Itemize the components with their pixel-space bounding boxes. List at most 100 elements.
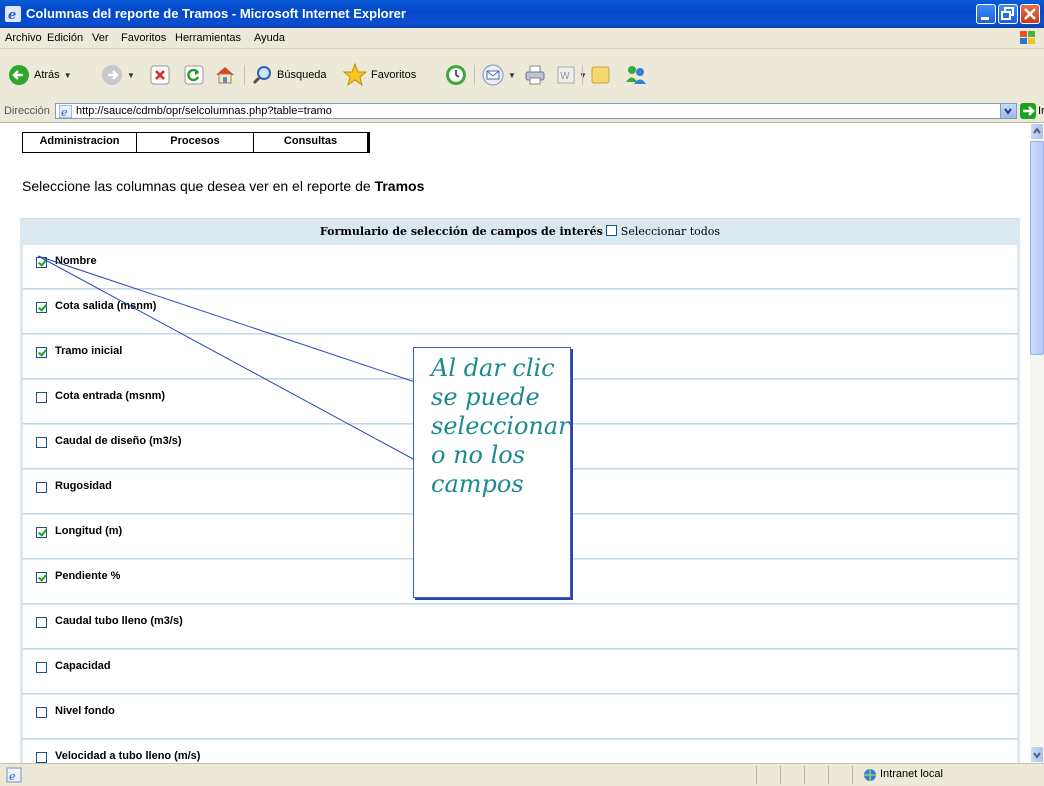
favorites-button[interactable]: Favoritos xyxy=(343,62,416,88)
address-input[interactable]: e http://sauce/cdmb/opr/selcolumnas.php?… xyxy=(55,103,1017,119)
menu-ver[interactable]: Ver xyxy=(92,32,109,44)
field-checkbox[interactable] xyxy=(36,617,47,628)
field-row: Nombre xyxy=(23,245,1017,289)
page-icon: e xyxy=(59,105,72,118)
field-checkbox[interactable] xyxy=(36,752,47,763)
field-checkbox[interactable] xyxy=(36,572,47,583)
field-label[interactable]: Longitud (m) xyxy=(55,525,122,537)
close-icon xyxy=(1024,8,1036,20)
home-button[interactable] xyxy=(214,62,236,88)
refresh-icon xyxy=(184,65,204,85)
back-button[interactable]: Atrás ▼ xyxy=(8,62,72,88)
address-dropdown-button[interactable] xyxy=(1000,104,1016,118)
tab-consultas[interactable]: Consultas xyxy=(254,133,367,152)
field-label[interactable]: Rugosidad xyxy=(55,480,112,492)
menu-archivo[interactable]: Archivo xyxy=(5,32,42,44)
field-label[interactable]: Caudal de diseño (m3/s) xyxy=(55,435,182,447)
field-row: Nivel fondo xyxy=(23,695,1017,739)
toolbar-separator xyxy=(244,65,245,85)
scroll-thumb[interactable] xyxy=(1030,141,1044,355)
menu-edicion[interactable]: Edición xyxy=(47,32,83,44)
messenger-icon xyxy=(626,66,646,84)
tab-procesos[interactable]: Procesos xyxy=(137,133,254,152)
chevron-down-icon xyxy=(1033,752,1041,759)
address-bar: Dirección e http://sauce/cdmb/opr/selcol… xyxy=(0,101,1044,123)
chevron-down-icon: ▼ xyxy=(63,70,72,80)
field-label[interactable]: Velocidad a tubo lleno (m/s) xyxy=(55,750,200,762)
windows-logo-icon xyxy=(1020,31,1035,44)
field-checkbox[interactable] xyxy=(36,662,47,673)
search-icon xyxy=(252,66,271,85)
field-checkbox[interactable] xyxy=(36,707,47,718)
field-label[interactable]: Pendiente % xyxy=(55,570,120,582)
search-button[interactable]: Búsqueda xyxy=(251,62,327,88)
favorites-label: Favoritos xyxy=(371,69,417,81)
status-pane-divider xyxy=(852,766,853,784)
page-status-icon: e xyxy=(6,767,22,783)
field-label[interactable]: Nivel fondo xyxy=(55,705,115,717)
messenger-button[interactable] xyxy=(624,62,648,88)
field-checkbox[interactable] xyxy=(36,437,47,448)
go-label[interactable]: Ir xyxy=(1038,105,1044,117)
minimize-button[interactable] xyxy=(976,4,996,24)
refresh-button[interactable] xyxy=(184,62,204,88)
field-checkbox[interactable] xyxy=(36,257,47,268)
field-label[interactable]: Cota salida (msnm) xyxy=(55,300,156,312)
chevron-down-icon: ▼ xyxy=(508,70,516,80)
tab-administracion[interactable]: Administracion xyxy=(23,133,137,152)
internet-explorer-icon: e xyxy=(5,6,21,22)
menu-herramientas[interactable]: Herramientas xyxy=(175,32,241,44)
printer-icon xyxy=(525,65,545,85)
security-zone-label: Intranet local xyxy=(880,768,943,780)
instruction-text: Seleccione las columnas que desea ver en… xyxy=(22,178,375,194)
select-all-label: Seleccionar todos xyxy=(620,225,721,238)
field-label[interactable]: Capacidad xyxy=(55,660,111,672)
field-label[interactable]: Tramo inicial xyxy=(55,345,122,357)
go-button[interactable] xyxy=(1020,103,1036,119)
stop-button[interactable] xyxy=(150,62,170,88)
scroll-up-button[interactable] xyxy=(1030,123,1044,140)
home-icon xyxy=(216,67,234,84)
title-bar: e Columnas del reporte de Tramos - Micro… xyxy=(0,0,1044,28)
field-checkbox[interactable] xyxy=(36,482,47,493)
status-pane-divider xyxy=(780,766,781,784)
toolbar-separator xyxy=(474,65,475,85)
scroll-down-button[interactable] xyxy=(1030,746,1044,763)
page-instruction: Seleccione las columnas que desea ver en… xyxy=(22,178,424,194)
field-checkbox[interactable] xyxy=(36,302,47,313)
field-checkbox[interactable] xyxy=(36,347,47,358)
field-checkbox[interactable] xyxy=(36,392,47,403)
stop-icon xyxy=(150,65,170,85)
annotation-callout: Al dar clic se puede seleccionar o no lo… xyxy=(413,347,571,598)
discuss-button[interactable] xyxy=(590,62,612,88)
vertical-scrollbar[interactable] xyxy=(1030,123,1044,763)
status-pane-divider xyxy=(756,766,757,784)
window-title: Columnas del reporte de Tramos - Microso… xyxy=(26,6,406,21)
svg-text:e: e xyxy=(9,770,16,783)
field-label[interactable]: Nombre xyxy=(55,255,97,267)
forward-button[interactable]: ▼ xyxy=(101,62,135,88)
svg-text:e: e xyxy=(61,106,68,118)
chevron-down-icon xyxy=(1004,108,1012,115)
menu-favoritos[interactable]: Favoritos xyxy=(121,32,166,44)
field-checkbox[interactable] xyxy=(36,527,47,538)
field-label[interactable]: Caudal tubo lleno (m3/s) xyxy=(55,615,183,627)
svg-text:e: e xyxy=(8,8,16,22)
field-row: Velocidad a tubo lleno (m/s) xyxy=(23,740,1017,763)
callout-text: Al dar clic se puede seleccionar o no lo… xyxy=(431,354,570,498)
status-bar: e Intranet local xyxy=(0,763,1044,786)
maximize-button[interactable] xyxy=(998,4,1018,24)
menu-ayuda[interactable]: Ayuda xyxy=(254,32,285,44)
star-icon xyxy=(343,63,367,87)
address-url: http://sauce/cdmb/opr/selcolumnas.php?ta… xyxy=(76,105,332,117)
mail-button[interactable]: ▼ xyxy=(482,62,516,88)
print-button[interactable] xyxy=(524,62,546,88)
field-label[interactable]: Cota entrada (msnm) xyxy=(55,390,165,402)
mail-icon xyxy=(482,64,504,86)
history-icon xyxy=(446,65,466,85)
chevron-down-icon: ▼ xyxy=(127,70,135,80)
close-button[interactable] xyxy=(1020,4,1040,24)
history-button[interactable] xyxy=(444,62,468,88)
chevron-up-icon xyxy=(1033,127,1041,134)
select-all-checkbox[interactable] xyxy=(606,225,618,236)
